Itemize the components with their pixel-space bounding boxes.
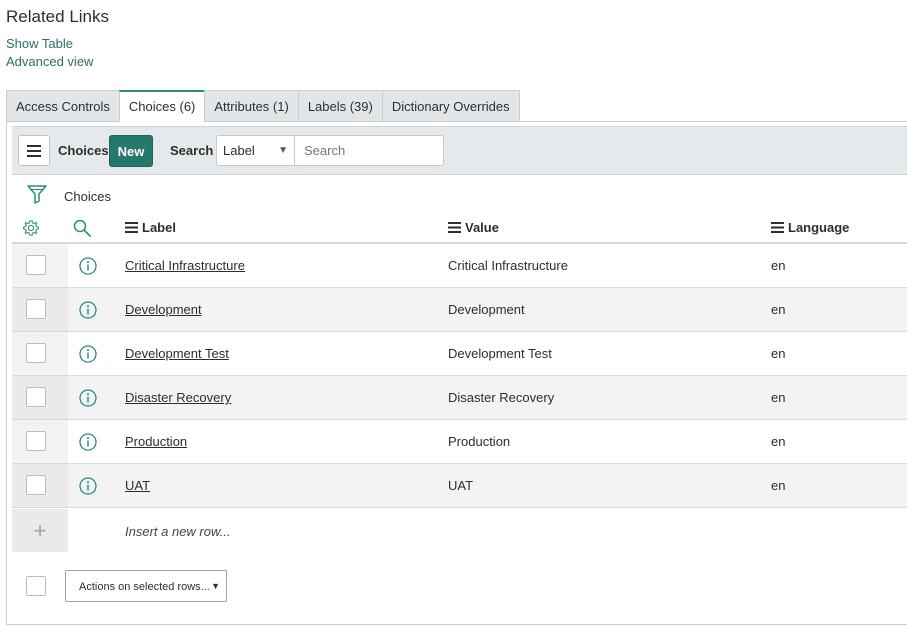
search-field-value: Label [223, 143, 255, 158]
cell-value: Development Test [448, 346, 552, 361]
row-checkbox[interactable] [26, 475, 46, 495]
tab-attributes[interactable]: Attributes (1) [204, 90, 298, 122]
table-row: Disaster Recovery Disaster Recovery en [12, 376, 907, 420]
column-header-language-text: Language [788, 220, 850, 235]
row-checkbox[interactable] [26, 299, 46, 319]
plus-icon[interactable]: + [12, 509, 68, 552]
search-label: Search [170, 143, 214, 158]
insert-new-row-link[interactable]: Insert a new row... [125, 524, 231, 539]
filter-icon[interactable] [27, 184, 47, 204]
search-icon[interactable] [73, 219, 91, 237]
gear-icon[interactable] [22, 219, 40, 237]
dropdown-arrow-icon: ▼ [278, 145, 288, 156]
hamburger-icon [27, 144, 41, 157]
list-menu-button[interactable] [18, 135, 50, 166]
tab-dictionary-overrides[interactable]: Dictionary Overrides [381, 90, 520, 122]
cell-value: Disaster Recovery [448, 390, 555, 405]
checkbox-cell [12, 332, 68, 375]
checkbox-cell [12, 464, 68, 507]
column-header-label-text: Label [142, 220, 176, 235]
dropdown-arrow-icon: ▼ [211, 581, 220, 591]
info-icon[interactable] [79, 477, 97, 495]
checkbox-cell [12, 244, 68, 287]
cell-label-link[interactable]: Critical Infrastructure [125, 258, 245, 273]
cell-language: en [771, 302, 786, 317]
info-icon[interactable] [79, 345, 97, 363]
column-menu-icon [448, 222, 461, 233]
actions-select[interactable]: Actions on selected rows... ▼ [65, 570, 227, 602]
advanced-view-link[interactable]: Advanced view [6, 54, 93, 69]
list-title: Choices [58, 143, 109, 158]
info-icon[interactable] [79, 257, 97, 275]
column-header-value-text: Value [465, 220, 499, 235]
column-header-value[interactable]: Value [448, 220, 499, 235]
cell-value: Development [448, 302, 525, 317]
related-links-title: Related Links [6, 7, 110, 26]
cell-language: en [771, 346, 786, 361]
new-button[interactable]: New [109, 135, 153, 167]
cell-label-link[interactable]: UAT [125, 478, 150, 493]
checkbox-cell [12, 420, 68, 463]
info-icon[interactable] [79, 389, 97, 407]
show-table-link[interactable]: Show Table [6, 36, 73, 51]
table-row: UAT UAT en [12, 464, 907, 508]
column-menu-icon [771, 222, 784, 233]
table-row: Development Development en [12, 288, 907, 332]
cell-language: en [771, 390, 786, 405]
column-header-label[interactable]: Label [125, 220, 176, 235]
table-row: Critical Infrastructure Critical Infrastr… [12, 244, 907, 288]
table-header: Label Value Language [12, 211, 907, 244]
cell-language: en [771, 258, 786, 273]
tab-choices[interactable]: Choices (6) [118, 90, 205, 122]
tab-access-controls[interactable]: Access Controls [6, 90, 119, 122]
search-field-select[interactable]: Label ▼ [216, 135, 295, 166]
cell-value: Production [448, 434, 511, 449]
cell-value: UAT [448, 478, 474, 493]
info-icon[interactable] [79, 301, 97, 319]
insert-row[interactable]: + Insert a new row... [12, 509, 907, 552]
list-toolbar: Choices New Search Label ▼ [12, 126, 907, 175]
row-checkbox[interactable] [26, 431, 46, 451]
column-header-language[interactable]: Language [771, 220, 849, 235]
cell-label-link[interactable]: Development [125, 302, 202, 317]
row-checkbox[interactable] [26, 343, 46, 363]
cell-label-link[interactable]: Production [125, 434, 187, 449]
select-all-checkbox[interactable] [26, 576, 46, 596]
cell-language: en [771, 434, 786, 449]
tab-labels[interactable]: Labels (39) [297, 90, 382, 122]
column-menu-icon [125, 222, 138, 233]
checkbox-cell [12, 288, 68, 331]
cell-value: Critical Infrastructure [448, 258, 568, 273]
table-row: Production Production en [12, 420, 907, 464]
cell-label-link[interactable]: Disaster Recovery [125, 390, 231, 405]
table-row: Development Test Development Test en [12, 332, 907, 376]
info-icon[interactable] [79, 433, 97, 451]
table-body: Critical Infrastructure Critical Infrastr… [12, 244, 907, 508]
actions-select-value: Actions on selected rows... [79, 581, 210, 593]
breadcrumb[interactable]: Choices [64, 189, 111, 204]
related-list-tabs: Access Controls Choices (6) Attributes (… [6, 90, 520, 122]
row-checkbox[interactable] [26, 387, 46, 407]
cell-language: en [771, 478, 786, 493]
checkbox-cell [12, 376, 68, 419]
row-checkbox[interactable] [26, 255, 46, 275]
search-input[interactable] [294, 135, 444, 166]
cell-label-link[interactable]: Development Test [125, 346, 229, 361]
